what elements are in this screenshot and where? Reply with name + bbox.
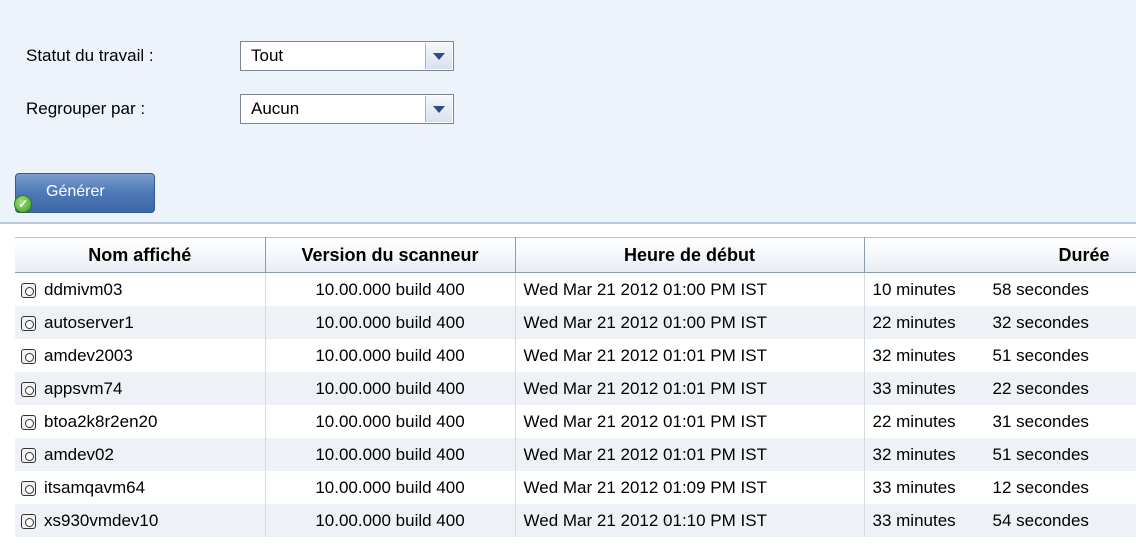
name-text: xs930vmdev10 [44, 510, 159, 530]
table-row[interactable]: btoa2k8r2en20 10.00.000 build 400 Wed Ma… [15, 405, 1136, 438]
name-text: appsvm74 [44, 378, 123, 398]
scanner-icon [21, 480, 36, 496]
duration-cell: 33 minutes 12 secondes [864, 471, 1136, 504]
name-text: ddmivm03 [44, 279, 123, 299]
column-header-duration[interactable]: Durée [864, 237, 1136, 273]
status-label: Statut du travail : [26, 46, 154, 65]
status-dropdown-button[interactable] [425, 43, 452, 69]
group-select[interactable]: Aucun [240, 94, 454, 124]
table-row[interactable]: xs930vmdev10 10.00.000 build 400 Wed Mar… [15, 504, 1136, 537]
start-time-cell: Wed Mar 21 2012 01:01 PM IST [515, 372, 865, 405]
scanner-icon [21, 381, 36, 397]
duration-seconds: 51 secondes [992, 345, 1089, 365]
duration-minutes: 32 minutes [872, 444, 956, 464]
name-text: btoa2k8r2en20 [44, 411, 158, 431]
start-time-cell: Wed Mar 21 2012 01:00 PM IST [515, 306, 865, 339]
duration-cell: 33 minutes 54 secondes [864, 504, 1136, 537]
scanner-icon [21, 414, 36, 430]
group-filter-row: Regrouper par : Aucun [26, 93, 454, 125]
scanner-icon [21, 282, 36, 298]
version-cell: 10.00.000 build 400 [265, 405, 516, 438]
column-header-name[interactable]: Nom affiché [15, 237, 266, 273]
group-select-value: Aucun [251, 99, 300, 118]
duration-minutes: 22 minutes [872, 312, 956, 332]
start-time-cell: Wed Mar 21 2012 01:10 PM IST [515, 504, 865, 537]
table-row[interactable]: ddmivm03 10.00.000 build 400 Wed Mar 21 … [15, 272, 1136, 306]
table-row[interactable]: appsvm74 10.00.000 build 400 Wed Mar 21 … [15, 372, 1136, 405]
duration-seconds: 32 secondes [992, 312, 1089, 332]
version-cell: 10.00.000 build 400 [265, 504, 516, 537]
start-time-cell: Wed Mar 21 2012 01:09 PM IST [515, 471, 865, 504]
version-cell: 10.00.000 build 400 [265, 339, 516, 372]
name-text: amdev2003 [44, 345, 133, 365]
status-filter-row: Statut du travail : Tout [26, 40, 454, 72]
chevron-down-icon [433, 52, 445, 60]
filter-panel: Statut du travail : Tout Regrouper par :… [0, 0, 1136, 224]
table-row[interactable]: autoserver1 10.00.000 build 400 Wed Mar … [15, 306, 1136, 339]
start-time-cell: Wed Mar 21 2012 01:01 PM IST [515, 438, 865, 471]
version-cell: 10.00.000 build 400 [265, 471, 516, 504]
table-row[interactable]: amdev2003 10.00.000 build 400 Wed Mar 21… [15, 339, 1136, 372]
name-cell: amdev02 [15, 438, 266, 471]
version-cell: 10.00.000 build 400 [265, 438, 516, 471]
column-header-version[interactable]: Version du scanneur [265, 237, 516, 273]
name-cell: itsamqavm64 [15, 471, 266, 504]
duration-minutes: 33 minutes [872, 510, 956, 530]
name-text: amdev02 [44, 444, 114, 464]
name-cell: btoa2k8r2en20 [15, 405, 266, 438]
duration-minutes: 10 minutes [872, 279, 956, 299]
name-cell: xs930vmdev10 [15, 504, 266, 537]
column-header-start-time[interactable]: Heure de début [515, 237, 865, 273]
duration-seconds: 54 secondes [992, 510, 1089, 530]
table-header-row: Nom affiché Version du scanneur Heure de… [15, 237, 1136, 273]
status-select-value: Tout [251, 46, 284, 65]
checkmark-icon: ✓ [14, 195, 32, 213]
version-cell: 10.00.000 build 400 [265, 272, 516, 306]
results-table: Nom affiché Version du scanneur Heure de… [15, 237, 1136, 537]
duration-minutes: 32 minutes [872, 345, 956, 365]
duration-minutes: 22 minutes [872, 411, 956, 431]
duration-cell: 32 minutes 51 secondes [864, 438, 1136, 471]
scanner-icon [21, 315, 36, 331]
duration-cell: 22 minutes 32 secondes [864, 306, 1136, 339]
start-time-cell: Wed Mar 21 2012 01:01 PM IST [515, 339, 865, 372]
duration-minutes: 33 minutes [872, 378, 956, 398]
scanner-icon [21, 447, 36, 463]
name-text: itsamqavm64 [44, 477, 146, 497]
name-cell: ddmivm03 [15, 272, 266, 306]
duration-minutes: 33 minutes [872, 477, 956, 497]
name-text: autoserver1 [44, 312, 134, 332]
scanner-icon [21, 348, 36, 364]
status-select[interactable]: Tout [240, 41, 454, 71]
duration-seconds: 12 secondes [992, 477, 1089, 497]
start-time-cell: Wed Mar 21 2012 01:01 PM IST [515, 405, 865, 438]
duration-seconds: 31 secondes [992, 411, 1089, 431]
name-cell: amdev2003 [15, 339, 266, 372]
scanner-icon [21, 513, 36, 529]
duration-seconds: 58 secondes [992, 279, 1089, 299]
name-cell: appsvm74 [15, 372, 266, 405]
table-row[interactable]: amdev02 10.00.000 build 400 Wed Mar 21 2… [15, 438, 1136, 471]
duration-cell: 22 minutes 31 secondes [864, 405, 1136, 438]
duration-seconds: 51 secondes [992, 444, 1089, 464]
table-row[interactable]: itsamqavm64 10.00.000 build 400 Wed Mar … [15, 471, 1136, 504]
duration-cell: 10 minutes 58 secondes [864, 272, 1136, 306]
duration-cell: 33 minutes 22 secondes [864, 372, 1136, 405]
generate-button-label: Générer [46, 183, 105, 200]
group-label: Regrouper par : [26, 99, 146, 118]
name-cell: autoserver1 [15, 306, 266, 339]
version-cell: 10.00.000 build 400 [265, 306, 516, 339]
version-cell: 10.00.000 build 400 [265, 372, 516, 405]
group-dropdown-button[interactable] [425, 96, 452, 122]
duration-seconds: 22 secondes [992, 378, 1089, 398]
start-time-cell: Wed Mar 21 2012 01:00 PM IST [515, 272, 865, 306]
chevron-down-icon [433, 105, 445, 113]
duration-cell: 32 minutes 51 secondes [864, 339, 1136, 372]
generate-button[interactable]: Générer ✓ [14, 173, 155, 213]
